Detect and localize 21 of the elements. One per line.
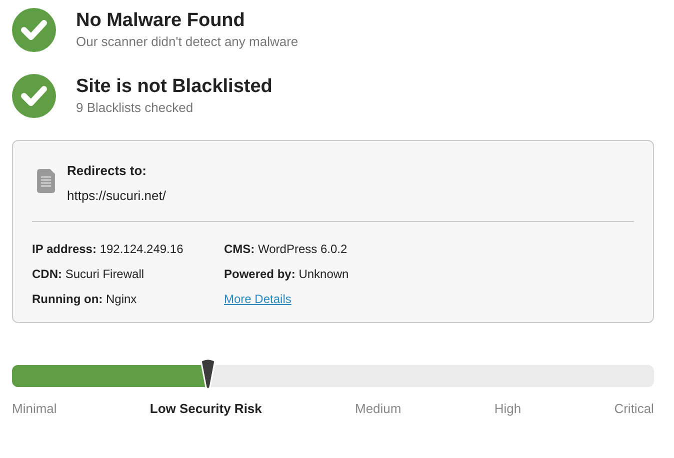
risk-level-label: Minimal [12,400,57,418]
check-subtitle: 9 Blacklists checked [76,99,194,117]
detail-text: CMS: WordPress 6.0.2 [224,241,348,258]
risk-level-label: Low Security Risk [150,400,262,418]
redirect-label: Redirects to: [67,162,148,180]
check-circle-icon [12,8,56,52]
risk-pointer-icon [198,358,217,390]
check-title: Site is not Blacklisted [76,75,272,99]
detail-text: IP address: 192.124.249.16 [32,241,184,258]
detail-text: CDN: Sucuri Firewall [32,266,146,283]
check-subtitle: Our scanner didn't detect any malware [76,33,298,51]
redirect-url: https://sucuri.net/ [67,187,166,205]
risk-level-label: Medium [355,400,402,418]
detail-text: Powered by: Unknown [224,266,350,283]
more-details-link[interactable]: More Details [224,290,292,308]
check-circle-icon [12,74,56,118]
detail-text: Running on: Nginx [32,291,138,308]
check-title: No Malware Found [76,9,246,33]
document-icon [37,169,55,193]
risk-level-label: Critical [614,400,654,418]
risk-level-label: High [494,400,522,418]
